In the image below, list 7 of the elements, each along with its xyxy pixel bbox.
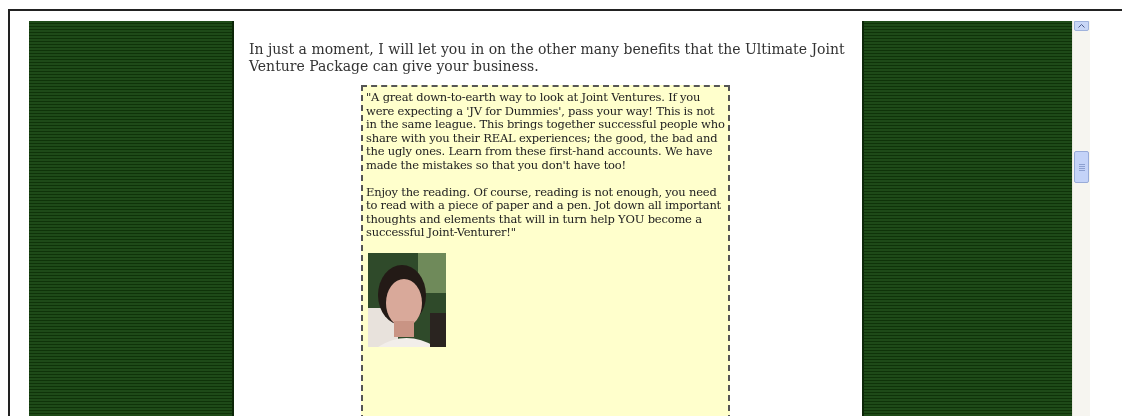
testimonial-paragraph: Enjoy the reading. Of course, reading is not enough, you need to read with a piece of paper and a pen. Jot down all important thoughts and elements that will in turn help YOU become a successful Joint-Venturer!": [366, 185, 723, 240]
intro-paragraph: In just a moment, I will let you in on the other many benefits that the Ultimate Joint Venture Package can give your business.: [249, 41, 846, 75]
scroll-up-button[interactable]: [1074, 21, 1089, 31]
scrollbar-thumb[interactable]: [1074, 151, 1089, 183]
caret-up-icon: [1078, 24, 1085, 28]
testimonial-paragraph: "A great down-to-earth way to look at Joint Ventures. If you were expecting a 'JV for Dummies', pass your way! This is not in the same league. This brings together successful people who share with you their REAL experiences; the good, the bad and the ugly ones. Learn from these first-hand accounts. We have made the mistakes so that you don't have too!: [366, 91, 725, 173]
scrollbar-track[interactable]: [1072, 21, 1090, 416]
